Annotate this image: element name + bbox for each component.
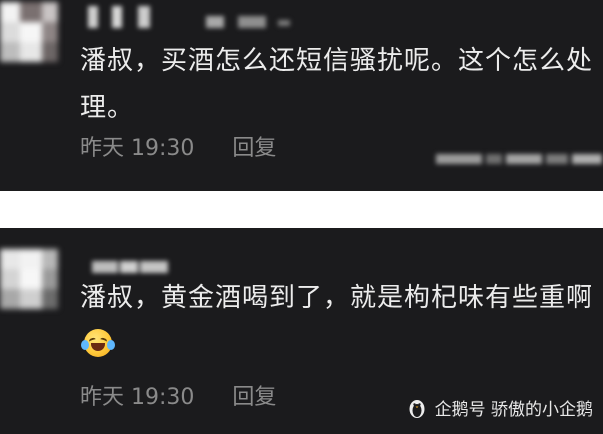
comment-text-content: 潘叔，黄金酒喝到了，就是枸杞味有些重啊 [80,283,594,313]
comment-meta: 昨天 19:30 回复 [80,379,276,411]
username-blurred[interactable] [92,261,172,275]
avatar[interactable] [0,249,58,309]
blurred-info [436,151,603,167]
reply-button[interactable]: 回复 [232,130,276,162]
laughing-tears-emoji-icon [81,329,115,357]
comment-text: 潘叔，黄金酒喝到了，就是枸杞味有些重啊 [80,275,595,369]
comment-card: 潘叔，买酒怎么还短信骚扰呢。这个怎么处理。 昨天 19:30 回复 [0,0,603,191]
comment-timestamp: 昨天 19:30 [80,385,195,410]
comment-text: 潘叔，买酒怎么还短信骚扰呢。这个怎么处理。 [80,46,594,123]
comment-card: 潘叔，黄金酒喝到了，就是枸杞味有些重啊 昨天 19:30 回复 企鹅号 骄傲的小… [0,228,603,434]
username-blurred[interactable] [88,6,298,30]
penguin-icon [409,399,425,418]
comment-meta: 昨天 19:30 回复 [80,130,276,162]
comment-timestamp: 昨天 19:30 [80,136,195,161]
watermark: 企鹅号 骄傲的小企鹅 [407,395,593,420]
avatar[interactable] [0,2,58,62]
reply-button[interactable]: 回复 [232,379,276,411]
screenshot-page: 潘叔，买酒怎么还短信骚扰呢。这个怎么处理。 昨天 19:30 回复 潘叔，黄金酒… [0,0,603,434]
watermark-text: 企鹅号 骄傲的小企鹅 [434,400,593,420]
